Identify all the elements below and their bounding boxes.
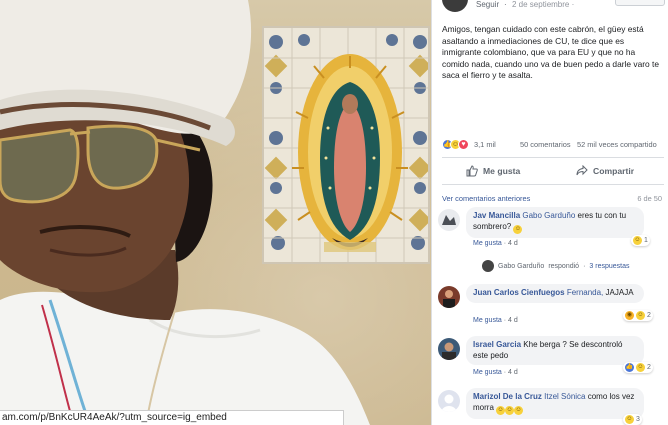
meta-separator: ·	[503, 240, 507, 247]
like-label: Me gusta	[483, 166, 521, 176]
comment-reaction-count: 1	[644, 237, 648, 244]
reply-verb: respondió	[548, 262, 580, 270]
post-panel: Seguir · 2 de septiembre · Amigos, tenga…	[431, 0, 668, 425]
comment-like-link[interactable]: Me gusta	[473, 317, 502, 324]
commenter-avatar[interactable]	[438, 338, 460, 360]
author-avatar[interactable]	[442, 0, 468, 12]
reaction-summary[interactable]: 👍 ☺ ♥ 3,1 mil 50 comentarios 52 mil vece…	[442, 139, 664, 151]
reply-count-link[interactable]: 3 respuestas	[589, 263, 629, 270]
view-previous-comments-link[interactable]: Ver comentarios anteriores	[442, 194, 530, 203]
thumbs-up-icon	[466, 165, 478, 177]
tagged-user[interactable]: Itzel Sónica	[544, 392, 585, 401]
header-action-button[interactable]	[615, 0, 665, 6]
haha-reaction-icon: ☺	[633, 236, 642, 245]
comment-reactions[interactable]: ☺ 1	[631, 235, 650, 246]
comment-meta: Me gusta · 4 d	[473, 369, 518, 376]
comment-reactions[interactable]: 👍 ☺ 2	[623, 362, 653, 373]
comment-text: JAJAJA	[605, 288, 634, 297]
reply-separator: ·	[583, 262, 586, 270]
comment-reaction-count: 2	[647, 312, 651, 319]
like-reaction-icon: 👍	[625, 363, 634, 372]
share-label: Compartir	[593, 166, 635, 176]
commenter-name[interactable]: Juan Carlos Cienfuegos	[473, 288, 565, 297]
comment-like-link[interactable]: Me gusta	[473, 240, 502, 247]
love-reaction-icon: ♥	[458, 139, 469, 150]
meta-separator: ·	[503, 369, 507, 376]
follow-link[interactable]: Seguir	[476, 0, 499, 9]
laughing-emoji-icon: ☺	[514, 405, 524, 415]
smiley-emoji-icon: ☺	[513, 224, 523, 234]
share-arrow-icon	[576, 165, 588, 177]
reaction-count[interactable]: 3,1 mil	[474, 140, 496, 149]
wow-reaction-icon: ◉	[625, 311, 634, 320]
reply-author: Gabo Garduño	[498, 262, 545, 270]
header-separator: ·	[504, 0, 507, 9]
comment-time[interactable]: 4 d	[508, 240, 518, 247]
meta-separator: ·	[503, 317, 507, 324]
laughing-emoji-icon: ☺	[496, 405, 506, 415]
replies-row[interactable]: Gabo Garduño respondió · 3 respuestas	[482, 260, 630, 272]
commenter-avatar[interactable]	[438, 209, 460, 231]
post-photo[interactable]: am.com/p/BnKcUR4AeAk/?utm_source=ig_embe…	[0, 0, 431, 425]
person-selfie	[0, 0, 370, 425]
comment-reaction-count: 2	[647, 364, 651, 371]
haha-reaction-icon: ☺	[625, 415, 634, 424]
comment-meta: Me gusta · 4 d	[473, 317, 518, 324]
comment-meta: Me gusta · 4 d	[473, 240, 518, 247]
comment-reactions[interactable]: ◉ ☺ 2	[623, 310, 653, 321]
comment-bubble: Juan Carlos Cienfuegos Fernanda, JAJAJA	[466, 284, 644, 303]
reply-author-avatar	[482, 260, 494, 272]
comment-like-link[interactable]: Me gusta	[473, 369, 502, 376]
shares-count[interactable]: 52 mil veces compartido	[577, 140, 657, 149]
haha-reaction-icon: ☺	[636, 363, 645, 372]
tagged-user[interactable]: Gabo Garduño	[522, 211, 575, 220]
comment-reaction-count: 3	[636, 416, 640, 423]
comment-bubble: Jav Mancilla Gabo Garduño eres tu con tu…	[466, 207, 644, 238]
post-date[interactable]: 2 de septiembre ·	[512, 0, 574, 9]
comment-time[interactable]: 4 d	[508, 317, 518, 324]
commenter-name[interactable]: Marizol De la Cruz	[473, 392, 542, 401]
comment-counter: 6 de 50	[637, 194, 662, 203]
commenter-name[interactable]: Israel Garcia	[473, 340, 521, 349]
haha-reaction-icon: ☺	[636, 311, 645, 320]
share-button[interactable]: Compartir	[576, 158, 634, 184]
tagged-user[interactable]: Fernanda,	[567, 288, 603, 297]
comments-count[interactable]: 50 comentarios	[520, 140, 571, 149]
commenter-avatar[interactable]	[438, 286, 460, 308]
comment-time[interactable]: 4 d	[508, 369, 518, 376]
embed-url-bar[interactable]: am.com/p/BnKcUR4AeAk/?utm_source=ig_embe…	[0, 410, 344, 425]
commenter-avatar[interactable]	[438, 390, 460, 412]
comment-bubble: Marizol De la Cruz Itzel Sónica como los…	[466, 388, 644, 419]
commenter-name[interactable]: Jav Mancilla	[473, 211, 520, 220]
comment-bubble: Israel Garcia Khe berga ? Se descontroló…	[466, 336, 644, 365]
post-text: Amigos, tengan cuidado con este cabrón, …	[442, 24, 659, 81]
action-bar: Me gusta Compartir	[442, 157, 664, 185]
post-header: Seguir · 2 de septiembre ·	[432, 0, 668, 12]
laughing-emoji-icon: ☺	[505, 405, 515, 415]
comment-reactions[interactable]: ☺ 3	[623, 414, 642, 425]
like-button[interactable]: Me gusta	[466, 158, 520, 184]
